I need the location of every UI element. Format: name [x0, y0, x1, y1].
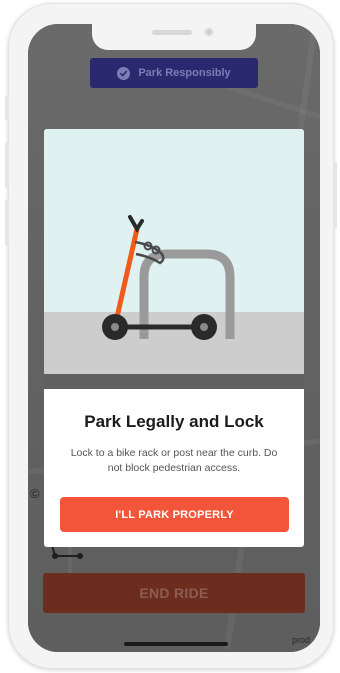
scooter-handlebar [128, 215, 144, 233]
banner-label: Park Responsibly [138, 67, 231, 79]
parking-illustration [44, 129, 304, 389]
scooter-stem [112, 226, 140, 329]
scooter-front-hub [111, 323, 119, 331]
scooter-rear-hub [200, 323, 208, 331]
phone-side-button [5, 96, 9, 120]
end-ride-button[interactable]: END RIDE [43, 573, 305, 613]
end-ride-label: END RIDE [139, 585, 209, 601]
modal-body-text: Lock to a bike rack or post near the cur… [70, 447, 278, 474]
phone-side-button [5, 142, 9, 188]
park-responsibly-banner[interactable]: Park Responsibly [90, 58, 258, 88]
environment-label: prod [292, 635, 311, 645]
parking-modal: Park Legally and Lock Lock to a bike rac… [44, 129, 304, 547]
home-indicator[interactable] [124, 642, 228, 646]
park-properly-label: I'LL PARK PROPERLY [115, 508, 234, 521]
front-camera [204, 27, 214, 37]
phone-side-button [5, 200, 9, 246]
speaker-grille [152, 30, 192, 35]
check-circle-icon [117, 66, 131, 80]
app-screen: Park Responsibly © END RIDE prod Park Le… [28, 24, 320, 652]
scooter-rack-illustration [102, 215, 235, 340]
map-marker-icon: © [30, 486, 40, 501]
phone-side-button [333, 162, 337, 228]
phone-notch [92, 24, 256, 50]
park-properly-button[interactable]: I'LL PARK PROPERLY [60, 497, 289, 532]
modal-title: Park Legally and Lock [84, 412, 264, 431]
